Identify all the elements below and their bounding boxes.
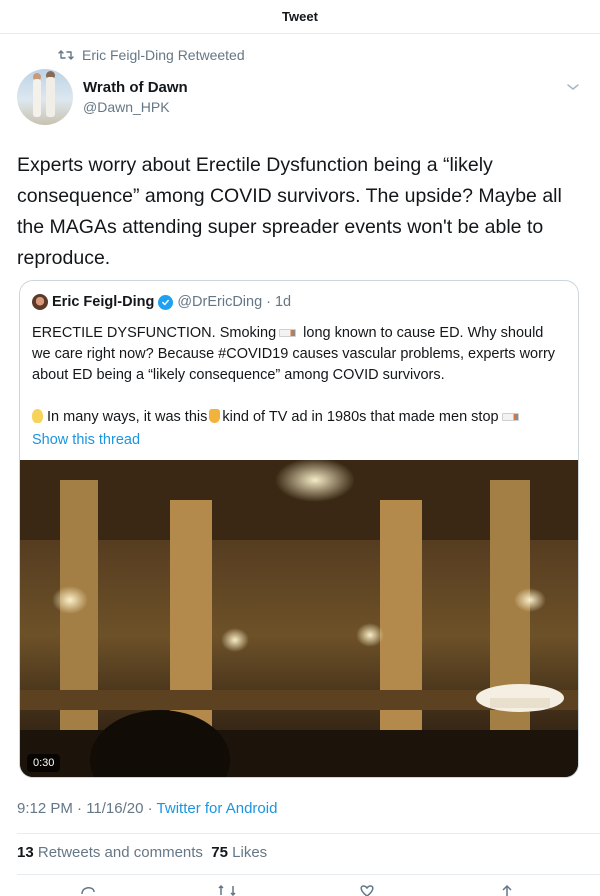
avatar[interactable] (17, 69, 73, 125)
top-bar: Tweet (0, 0, 600, 34)
action-bar (0, 882, 600, 896)
page-title: Tweet (282, 9, 318, 24)
video-thumbnail (20, 460, 578, 777)
verified-badge-icon (158, 294, 174, 310)
video-duration: 0:30 (27, 754, 61, 772)
divider (17, 874, 600, 875)
reply-icon[interactable] (78, 882, 98, 896)
quoted-text-part: ERECTILE DYSFUNCTION. Smoking (32, 325, 277, 341)
video-player[interactable]: 0:30 (20, 460, 578, 777)
lightbulb-icon (32, 409, 43, 423)
cigarette-icon (501, 413, 519, 422)
retweet-label: Eric Feigl-Ding Retweeted (82, 47, 245, 63)
quoted-tweet-text: ERECTILE DYSFUNCTION. Smoking long known… (32, 323, 562, 449)
retweet-indicator[interactable]: Eric Feigl-Ding Retweeted (58, 47, 245, 63)
like-icon[interactable] (357, 882, 377, 896)
quoted-time: · 1d (266, 294, 292, 310)
share-icon[interactable] (497, 882, 517, 896)
show-thread-link[interactable]: Show this thread (32, 432, 140, 448)
quoted-text-part: In many ways, it was this (47, 409, 208, 425)
author-name[interactable]: Wrath of Dawn (83, 79, 188, 96)
source-link[interactable]: Twitter for Android (157, 800, 278, 817)
divider (17, 833, 600, 834)
quoted-tweet[interactable]: Eric Feigl-Ding @DrEricDing · 1d ERECTIL… (19, 280, 579, 778)
tweet-timestamp: 9:12 PM · 11/16/20 · (17, 800, 157, 817)
tweet-meta: 9:12 PM · 11/16/20 · Twitter for Android (17, 800, 277, 817)
author-handle[interactable]: @Dawn_HPK (83, 99, 170, 115)
quoted-text-part: kind of TV ad in 1980s that made men sto… (222, 409, 499, 425)
retweets-count[interactable]: 13 (17, 844, 34, 861)
quoted-author-name[interactable]: Eric Feigl-Ding (52, 294, 154, 310)
cigarette-icon (279, 329, 297, 338)
quoted-author-handle[interactable]: @DrEricDing (177, 294, 262, 310)
quoted-tweet-header: Eric Feigl-Ding @DrEricDing · 1d (32, 294, 291, 310)
pointing-down-icon (209, 409, 221, 423)
retweets-label[interactable]: Retweets and comments (38, 844, 203, 861)
likes-label[interactable]: Likes (232, 844, 267, 861)
tweet-stats: 13 Retweets and comments 75 Likes (17, 844, 267, 861)
tweet-text: Experts worry about Erectile Dysfunction… (17, 154, 562, 269)
chevron-down-icon[interactable] (566, 82, 580, 92)
quoted-avatar[interactable] (32, 294, 48, 310)
retweet-icon[interactable] (217, 882, 237, 896)
likes-count[interactable]: 75 (211, 844, 228, 861)
retweet-icon (58, 50, 74, 60)
